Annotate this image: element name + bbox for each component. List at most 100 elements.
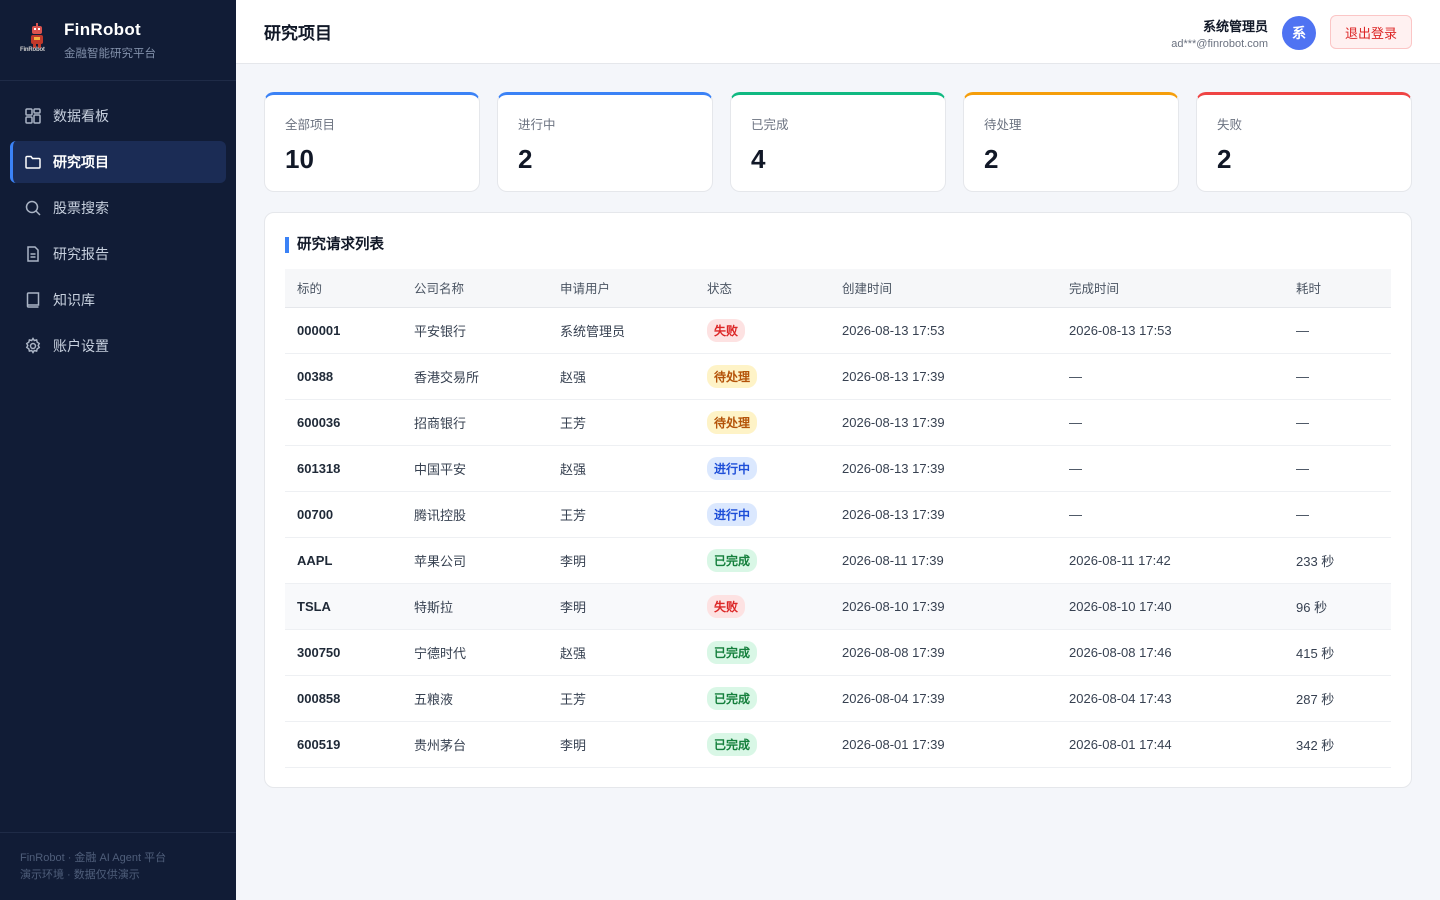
cell-user: 李明 — [560, 599, 587, 615]
status-cell: 已完成 — [695, 629, 830, 675]
logout-button[interactable]: 退出登录 — [1330, 15, 1412, 49]
gear-icon — [24, 337, 42, 355]
table-row[interactable]: 601318 中国平安 赵强 进行中 2026-08-13 17:39 — — — [285, 445, 1391, 491]
page-title: 研究项目 — [264, 24, 332, 43]
stats-row: 全部项目 10 进行中 2 已完成 4 待处理 2 失败 2 — [264, 92, 1412, 192]
avatar[interactable]: 系 — [1282, 16, 1316, 50]
status-badge: 已完成 — [707, 548, 758, 572]
cell-user: 赵强 — [560, 461, 587, 477]
table-row[interactable]: 600036 招商银行 王芳 待处理 2026-08-13 17:39 — — — [285, 399, 1391, 445]
cell-code: AAPL — [297, 552, 333, 568]
cell-duration: — — [1296, 414, 1309, 430]
cell-duration: 342 秒 — [1296, 737, 1335, 753]
table-body: 000001 平安银行 系统管理员 失败 2026-08-13 17:53 2026-08… — [285, 307, 1391, 767]
sidebar-item-dashboard[interactable]: 数据看板 — [10, 95, 226, 137]
table-row[interactable]: TSLA 特斯拉 李明 失败 2026-08-10 17:39 2026-08-10 17… — [285, 583, 1391, 629]
status-badge: 进行中 — [707, 456, 758, 480]
cell-duration: — — [1296, 506, 1309, 522]
status-cell: 失败 — [695, 583, 830, 629]
cell-company: 贵州茅台 — [414, 737, 467, 753]
cell-created: 2026-08-13 17:39 — [842, 460, 945, 476]
stat-value: 2 — [984, 144, 999, 174]
user-name: 系统管理员 — [1202, 19, 1268, 34]
stat-label: 待处理 — [984, 118, 1022, 132]
cell-company: 五粮液 — [414, 691, 454, 707]
stat-value: 10 — [285, 144, 314, 174]
column-header[interactable]: 完成时间 — [1057, 269, 1284, 307]
table-row[interactable]: AAPL 苹果公司 李明 已完成 2026-08-11 17:39 2026-08-11 … — [285, 537, 1391, 583]
cell-duration: 96 秒 — [1296, 599, 1328, 615]
cell-company: 招商银行 — [414, 415, 467, 431]
column-header[interactable]: 状态 — [695, 269, 830, 307]
sidebar-item-label: 研究报告 — [53, 246, 109, 262]
footer-line-1: FinRobot · 金融 AI Agent 平台 — [20, 852, 167, 864]
cell-user: 李明 — [560, 553, 587, 569]
cell-user: 李明 — [560, 737, 587, 753]
column-header[interactable]: 公司名称 — [402, 269, 548, 307]
status-cell: 待处理 — [695, 353, 830, 399]
cell-created: 2026-08-08 17:39 — [842, 644, 945, 660]
status-cell: 进行中 — [695, 445, 830, 491]
search-icon — [24, 199, 42, 217]
stat-label: 已完成 — [751, 118, 789, 132]
sidebar-footer: FinRobot · 金融 AI Agent 平台 演示环境 · 数据仅供演示 — [0, 832, 236, 900]
research-request-list: 研究请求列表 标的 公司名称 申请用户 状态 创建时间 完成时间 耗时 0000… — [264, 212, 1412, 788]
stat-value: 4 — [751, 144, 766, 174]
status-cell: 已完成 — [695, 675, 830, 721]
table-row[interactable]: 00700 腾讯控股 王芳 进行中 2026-08-13 17:39 — — — [285, 491, 1391, 537]
table-row[interactable]: 000858 五粮液 王芳 已完成 2026-08-04 17:39 2026-08-04… — [285, 675, 1391, 721]
cell-finished: — — [1069, 506, 1082, 522]
brand-name: FinRobot — [64, 19, 141, 39]
cell-company: 腾讯控股 — [414, 507, 467, 523]
sidebar-item-reports[interactable]: 研究报告 — [10, 233, 226, 275]
status-cell: 进行中 — [695, 491, 830, 537]
cell-code: 300750 — [297, 644, 341, 660]
sidebar: FinRobot FinRobot 金融智能研究平台 数据看板 研究项目 股票搜… — [0, 0, 236, 900]
cell-code: 600036 — [297, 414, 341, 430]
cell-finished: 2026-08-11 17:42 — [1069, 552, 1171, 568]
stat-value: 2 — [518, 144, 533, 174]
cell-finished: 2026-08-08 17:46 — [1069, 644, 1172, 660]
cell-code: 000858 — [297, 690, 341, 706]
table-row[interactable]: 600519 贵州茅台 李明 已完成 2026-08-01 17:39 2026-08-0… — [285, 721, 1391, 767]
table-row[interactable]: 300750 宁德时代 赵强 已完成 2026-08-08 17:39 2026-08-0… — [285, 629, 1391, 675]
cell-created: 2026-08-04 17:39 — [842, 690, 945, 706]
stat-card-completed: 已完成 4 — [730, 92, 946, 192]
sidebar-item-label: 股票搜索 — [53, 200, 109, 216]
status-badge: 已完成 — [707, 732, 758, 756]
sidebar-item-label: 账户设置 — [53, 338, 109, 354]
status-badge: 待处理 — [707, 410, 758, 434]
sidebar-item-account-settings[interactable]: 账户设置 — [10, 325, 226, 367]
stat-label: 进行中 — [518, 118, 556, 132]
cell-user: 赵强 — [560, 645, 587, 661]
cell-created: 2026-08-13 17:53 — [842, 322, 945, 338]
cell-created: 2026-08-13 17:39 — [842, 414, 945, 430]
table-row[interactable]: 00388 香港交易所 赵强 待处理 2026-08-13 17:39 — — — [285, 353, 1391, 399]
column-header[interactable]: 申请用户 — [548, 269, 695, 307]
brand[interactable]: FinRobot FinRobot 金融智能研究平台 — [0, 0, 236, 81]
sidebar-nav: 数据看板 研究项目 股票搜索 研究报告 知识库 账户设置 — [0, 81, 236, 367]
section-title: 研究请求列表 — [285, 237, 1391, 253]
cell-created: 2026-08-11 17:39 — [842, 552, 944, 568]
column-header[interactable]: 标的 — [285, 269, 402, 307]
cell-code: 600519 — [297, 736, 341, 752]
column-header[interactable]: 耗时 — [1284, 269, 1391, 307]
cell-code: TSLA — [297, 598, 331, 614]
column-header[interactable]: 创建时间 — [830, 269, 1057, 307]
robot-logo-icon: FinRobot — [20, 23, 52, 57]
cell-company: 宁德时代 — [414, 645, 467, 661]
cell-duration: 233 秒 — [1296, 553, 1335, 569]
sidebar-item-stock-search[interactable]: 股票搜索 — [10, 187, 226, 229]
sidebar-item-projects[interactable]: 研究项目 — [10, 141, 226, 183]
cell-finished: 2026-08-01 17:44 — [1069, 736, 1172, 752]
status-cell: 已完成 — [695, 721, 830, 767]
cell-finished: 2026-08-10 17:40 — [1069, 598, 1172, 614]
brand-subtitle: 金融智能研究平台 — [64, 47, 156, 60]
book-icon — [24, 291, 42, 309]
table-row[interactable]: 000001 平安银行 系统管理员 失败 2026-08-13 17:53 2026-08… — [285, 307, 1391, 353]
sidebar-item-knowledge-base[interactable]: 知识库 — [10, 279, 226, 321]
cell-finished: — — [1069, 414, 1082, 430]
status-badge: 已完成 — [707, 640, 758, 664]
cell-finished: 2026-08-04 17:43 — [1069, 690, 1172, 706]
dashboard-icon — [24, 107, 42, 125]
